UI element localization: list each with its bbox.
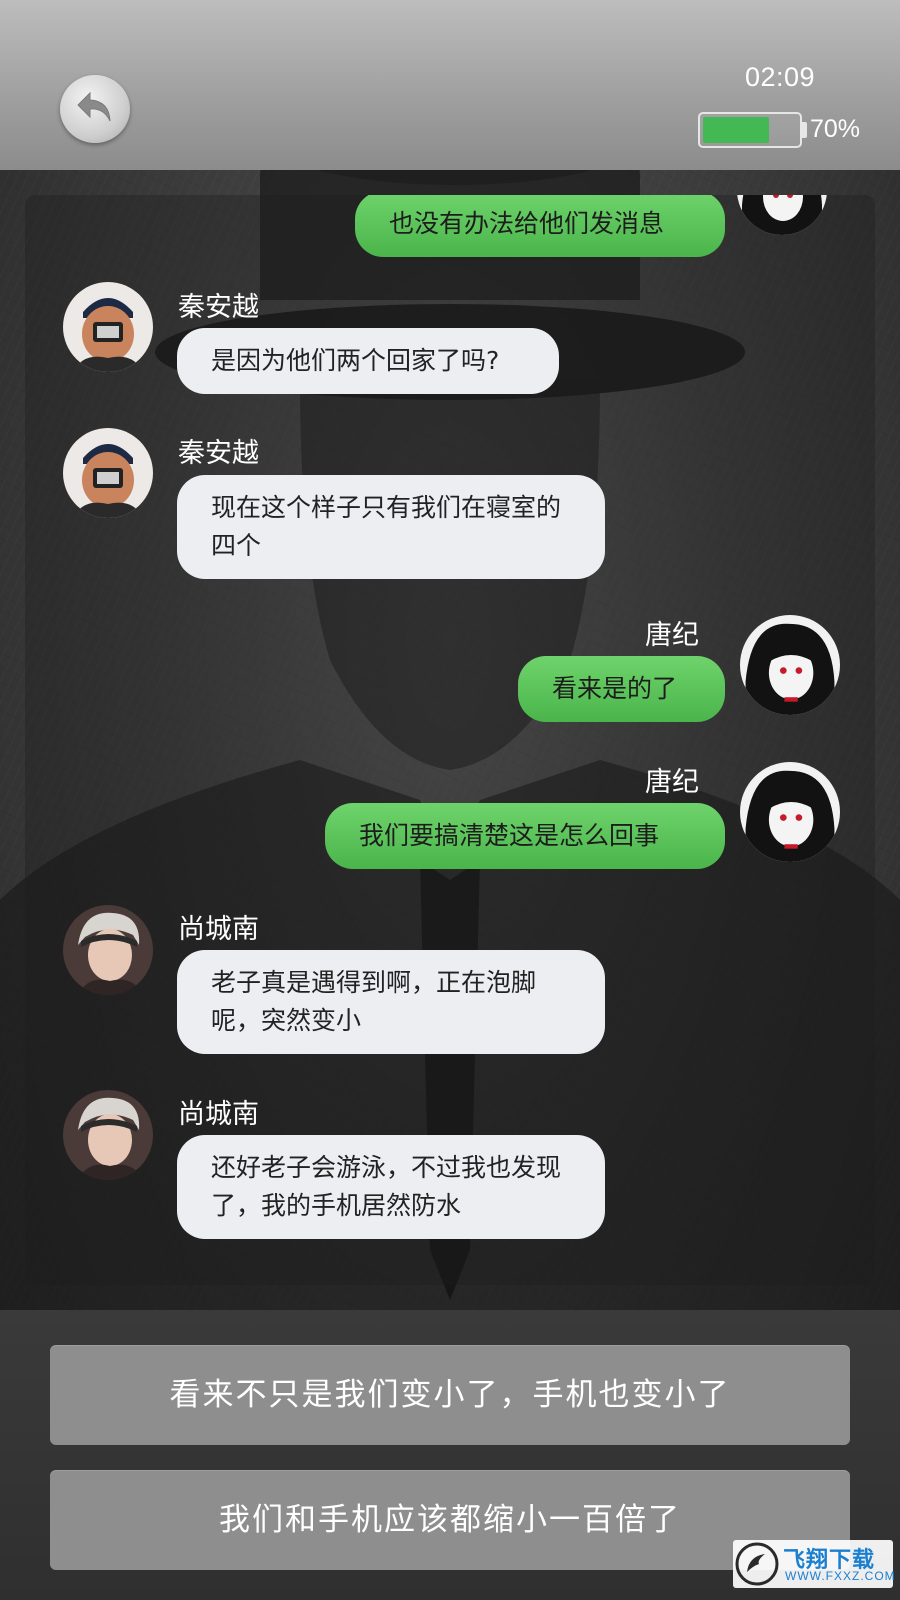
avatar-qinanyue[interactable] [63, 282, 153, 372]
message-bubble[interactable]: 看来是的了 [518, 656, 725, 722]
avatar-tangji[interactable] [740, 615, 840, 715]
back-button[interactable] [60, 75, 130, 143]
avatar-shangchengnan[interactable] [63, 1090, 153, 1180]
reply-option-button[interactable]: 看来不只是我们变小了，手机也变小了 [50, 1345, 850, 1445]
sender-name: 秦安越 [178, 292, 259, 323]
sender-name: 尚城南 [178, 914, 259, 945]
message-bubble[interactable]: 也没有办法给他们发消息 [355, 195, 725, 257]
reply-option-button[interactable]: 我们和手机应该都缩小一百倍了 [50, 1470, 850, 1570]
avatar-qinanyue[interactable] [63, 428, 153, 518]
sender-name: 尚城南 [178, 1099, 259, 1130]
watermark-logo-icon [735, 1542, 779, 1586]
message-bubble[interactable]: 我们要搞清楚这是怎么回事 [325, 803, 725, 869]
status-time: 02:09 [744, 62, 816, 92]
avatar-tangji[interactable] [737, 195, 827, 235]
battery-level-fill [703, 117, 769, 143]
message-bubble[interactable]: 老子真是遇得到啊，正在泡脚呢，突然变小 [177, 950, 605, 1054]
sender-name: 唐纪 [645, 620, 699, 651]
message-bubble[interactable]: 是因为他们两个回家了吗? [177, 328, 559, 394]
watermark-url: WWW.FXXZ.COM [785, 1569, 896, 1583]
avatar-shangchengnan[interactable] [63, 905, 153, 995]
site-watermark: 飞翔下载 WWW.FXXZ.COM [733, 1540, 896, 1588]
chat-panel[interactable]: 也没有办法给他们发消息 秦安越 是因为他们两个回家了吗? 秦安越 现在这个样子只… [25, 195, 875, 1285]
back-arrow-icon [77, 91, 111, 122]
message-bubble[interactable]: 现在这个样子只有我们在寝室的四个 [177, 475, 605, 579]
battery-percent: 70% [810, 115, 861, 143]
battery-icon [698, 112, 802, 148]
message-bubble[interactable]: 还好老子会游泳，不过我也发现了，我的手机居然防水 [177, 1135, 605, 1239]
sender-name: 唐纪 [645, 767, 699, 798]
battery-tip [802, 122, 807, 138]
sender-name: 秦安越 [178, 438, 259, 469]
avatar-tangji[interactable] [740, 762, 840, 862]
